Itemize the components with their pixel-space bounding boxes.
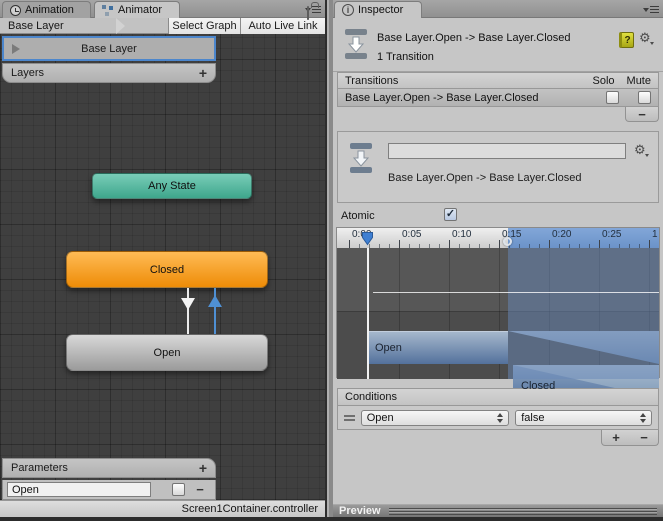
tab-animation-label: Animation (25, 4, 74, 16)
breadcrumb-bar: Base Layer Select Graph Auto Live Link (0, 17, 325, 34)
transition-list-row[interactable]: Base Layer.Open -> Base Layer.Closed (337, 89, 659, 107)
transition-timeline[interactable]: Open Closed 0:00 0:05 0:10 0:15 0:20 0:2… (336, 227, 660, 398)
select-graph-button[interactable]: Select Graph (168, 18, 240, 34)
unity-editor: Animation Animator Base Layer Select Gra… (0, 0, 663, 521)
parameter-value-checkbox[interactable] (172, 483, 185, 496)
layer-name: Base Layer (81, 42, 137, 55)
auto-live-link-button[interactable]: Auto Live Link (240, 18, 325, 34)
remove-parameter-button[interactable]: − (185, 482, 215, 497)
state-node-any-state[interactable]: Any State (92, 173, 252, 199)
remove-transition-button[interactable]: − (625, 107, 659, 122)
transition-start-marker[interactable] (503, 237, 512, 246)
animator-tabbar: Animation Animator (0, 0, 325, 18)
atomic-checkbox[interactable] (444, 208, 457, 221)
transition-count: 1 Transition (377, 51, 434, 63)
info-icon (342, 4, 354, 16)
panel-splitter[interactable] (325, 0, 333, 521)
inspector-header: Base Layer.Open -> Base Layer.Closed 1 T… (333, 18, 663, 72)
timeline-bar-open[interactable]: Open (367, 331, 508, 364)
playhead-marker[interactable] (361, 231, 374, 246)
window-bottom-edge (0, 517, 663, 521)
preview-bar[interactable]: Preview (333, 504, 663, 517)
animator-graph-canvas[interactable]: Base Layer Layers + Any State Closed Ope… (0, 34, 325, 500)
playhead-line[interactable] (367, 248, 369, 379)
timeline-value-line (373, 292, 659, 293)
ruler-tick-label: 0:20 (552, 229, 572, 240)
inspector-tabbar: Inspector (307, 0, 663, 20)
timeline-ruler[interactable]: 0:00 0:05 0:10 0:15 0:20 0:25 1 (337, 228, 659, 248)
conditions-footer: + − (601, 430, 659, 446)
condition-row: Open false (337, 406, 659, 430)
tab-inspector-label: Inspector (358, 4, 404, 16)
ruler-tick-label: 0:05 (402, 229, 422, 240)
transition-arrowhead-down-icon (181, 298, 195, 310)
tab-animator[interactable]: Animator (94, 1, 180, 18)
layers-header: Layers + (2, 63, 216, 83)
remove-condition-button[interactable]: − (630, 430, 658, 445)
parameter-row: Open − (2, 480, 216, 500)
transition-name-field[interactable] (388, 143, 626, 159)
dropdown-arrows-icon (639, 412, 646, 423)
inspector-menu-icon[interactable] (643, 6, 659, 13)
timeline-transition-region (508, 248, 659, 379)
animator-panel: Animation Animator Base Layer Select Gra… (0, 0, 325, 521)
parameter-name-field[interactable]: Open (7, 482, 151, 497)
drag-handle-icon[interactable] (344, 414, 355, 421)
add-condition-button[interactable]: + (602, 430, 630, 445)
atomic-label: Atomic (341, 210, 375, 222)
add-parameter-button[interactable]: + (199, 460, 207, 476)
help-icon[interactable] (619, 32, 634, 48)
tab-inspector[interactable]: Inspector (334, 1, 422, 18)
preview-label: Preview (339, 505, 381, 517)
preview-drag-handle[interactable] (388, 507, 657, 515)
mute-column-label: Mute (626, 74, 651, 87)
animator-status-bar: Screen1Container.controller (0, 500, 325, 517)
gear-icon[interactable]: ⚙ (639, 32, 651, 45)
transition-detail-block: ⚙ Base Layer.Open -> Base Layer.Closed (337, 131, 659, 203)
breadcrumb-chevron-icon (115, 17, 125, 34)
dropdown-arrows-icon (497, 412, 504, 423)
ruler-tick-label: 0:25 (602, 229, 622, 240)
mute-checkbox[interactable] (638, 91, 651, 104)
controller-name: Screen1Container.controller (181, 503, 318, 515)
ruler-tick-label: 0:10 (452, 229, 472, 240)
state-node-open[interactable]: Open (66, 334, 268, 371)
tab-animator-label: Animator (118, 4, 163, 16)
solo-column-label: Solo (592, 74, 615, 87)
detail-gear-icon[interactable]: ⚙ (634, 144, 646, 157)
layer-row-base-layer[interactable]: Base Layer (2, 36, 216, 61)
detail-gear-dropdown-icon (645, 154, 649, 157)
timeline-body: Open Closed (337, 248, 659, 398)
layer-play-icon (12, 43, 20, 54)
gear-dropdown-icon (650, 42, 654, 45)
transition-detail-label: Base Layer.Open -> Base Layer.Closed (388, 172, 582, 184)
transition-icon (350, 143, 372, 173)
add-layer-button[interactable]: + (199, 65, 207, 81)
conditions-header: Conditions (337, 388, 659, 406)
transition-icon (345, 29, 367, 59)
transition-arrow-closed-to-open[interactable] (187, 288, 189, 334)
condition-parameter-dropdown[interactable]: Open (360, 409, 510, 426)
tab-animation[interactable]: Animation (2, 1, 91, 18)
solo-checkbox[interactable] (606, 91, 619, 104)
transition-arrowhead-up-icon (208, 295, 222, 307)
clock-icon (10, 4, 21, 16)
animator-icon (102, 4, 114, 16)
transitions-header: Transitions Solo Mute (337, 72, 659, 89)
lock-icon[interactable] (307, 6, 309, 20)
ruler-tick-label: 1 (652, 229, 658, 240)
inspector-panel: Inspector Base Layer.Open -> Base Layer.… (307, 0, 663, 521)
condition-value-dropdown[interactable]: false (515, 409, 652, 426)
transition-title: Base Layer.Open -> Base Layer.Closed (377, 32, 571, 44)
state-node-closed[interactable]: Closed (66, 251, 268, 288)
parameters-header: Parameters + (2, 458, 216, 478)
breadcrumb[interactable]: Base Layer (8, 20, 64, 32)
